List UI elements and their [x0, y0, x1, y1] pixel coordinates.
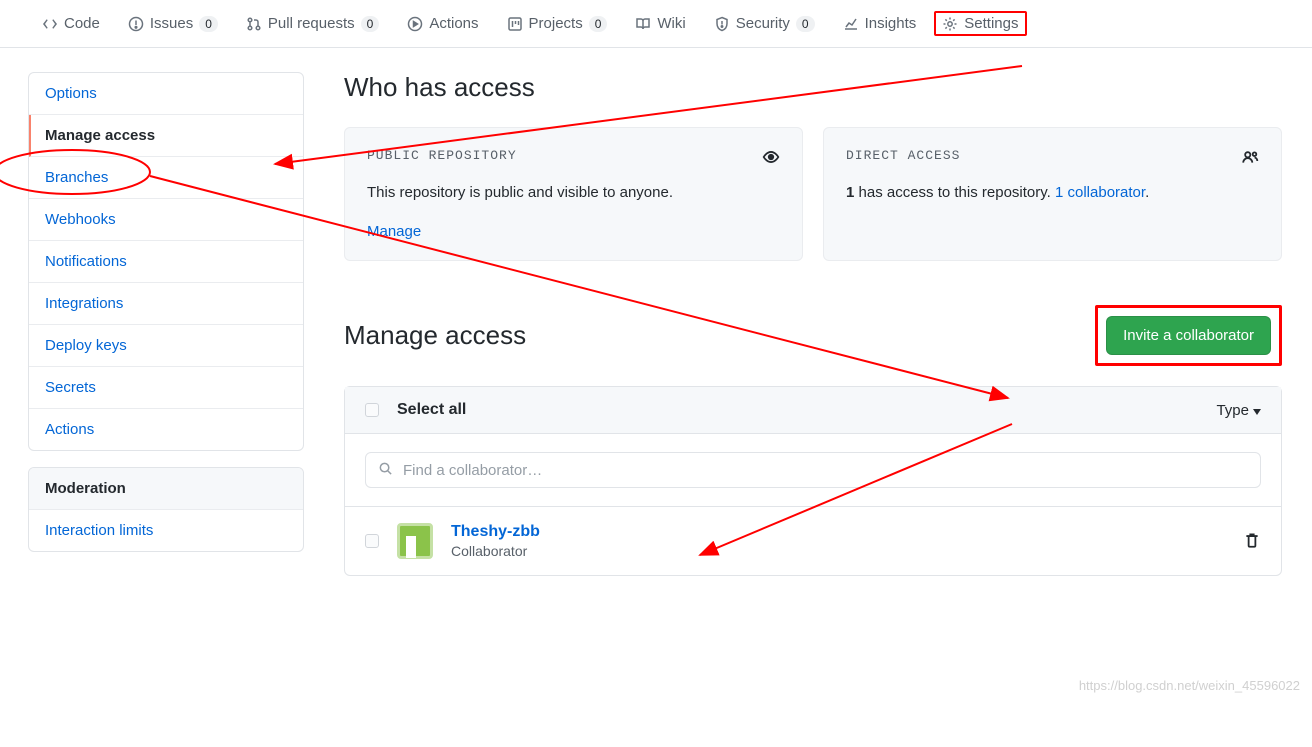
sidebar-item-integrations[interactable]: Integrations [29, 283, 303, 325]
collaborator-search-input[interactable] [403, 462, 1248, 479]
tab-projects-label: Projects [529, 15, 583, 32]
collaborator-name[interactable]: Theshy-zbb [451, 523, 540, 541]
sidebar-item-deploy-keys[interactable]: Deploy keys [29, 325, 303, 367]
caret-down-icon [1253, 402, 1261, 419]
search-row [345, 434, 1281, 507]
project-icon [507, 16, 523, 32]
tab-security-label: Security [736, 15, 790, 32]
watermark: https://blog.csdn.net/weixin_45596022 [1079, 678, 1300, 693]
sidebar-item-branches[interactable]: Branches [29, 157, 303, 199]
shield-icon [714, 16, 730, 32]
tab-wiki-label: Wiki [657, 15, 685, 32]
pulls-count: 0 [361, 16, 380, 32]
sidebar-group-moderation: Moderation Interaction limits [28, 467, 304, 552]
public-repo-card: PUBLIC REPOSITORY This repository is pub… [344, 127, 803, 261]
collaborator-row: Theshy-zbb Collaborator [345, 507, 1281, 575]
book-icon [635, 16, 651, 32]
collaborator-role: Collaborator [451, 543, 540, 559]
select-all-row: Select all Type [345, 387, 1281, 434]
repo-nav: Code Issues 0 Pull requests 0 Actions Pr… [0, 0, 1312, 48]
search-input-wrap[interactable] [365, 452, 1261, 488]
public-repo-text: This repository is public and visible to… [367, 181, 780, 205]
public-repo-manage-link[interactable]: Manage [367, 223, 780, 240]
tab-code-label: Code [64, 15, 100, 32]
direct-access-period: . [1145, 184, 1149, 201]
type-dropdown[interactable]: Type [1216, 402, 1261, 419]
projects-count: 0 [589, 16, 608, 32]
tab-issues[interactable]: Issues 0 [118, 7, 228, 40]
invite-collaborator-button[interactable]: Invite a collaborator [1106, 316, 1271, 355]
access-cards: PUBLIC REPOSITORY This repository is pub… [344, 127, 1282, 261]
people-icon [1241, 148, 1259, 169]
tab-wiki[interactable]: Wiki [625, 7, 695, 40]
sidebar-header-moderation: Moderation [29, 468, 303, 510]
tab-actions[interactable]: Actions [397, 7, 488, 40]
sidebar-group-main: Options Manage access Branches Webhooks … [28, 72, 304, 451]
sidebar-item-interaction-limits[interactable]: Interaction limits [29, 510, 303, 551]
direct-access-text: 1 has access to this repository. 1 colla… [846, 181, 1259, 205]
select-all-label: Select all [397, 401, 466, 419]
play-icon [407, 16, 423, 32]
tab-pulls[interactable]: Pull requests 0 [236, 7, 389, 40]
who-has-access-title: Who has access [344, 72, 1282, 103]
remove-collaborator-button[interactable] [1243, 531, 1261, 552]
manage-access-header: Manage access Invite a collaborator [344, 305, 1282, 366]
tab-pulls-label: Pull requests [268, 15, 355, 32]
security-count: 0 [796, 16, 815, 32]
manage-access-title: Manage access [344, 320, 526, 351]
tab-issues-label: Issues [150, 15, 193, 32]
main-layout: Options Manage access Branches Webhooks … [0, 48, 1312, 616]
tab-settings[interactable]: Settings [934, 11, 1026, 36]
collaborators-box: Select all Type [344, 386, 1282, 576]
select-all-checkbox[interactable] [365, 403, 379, 417]
tab-projects[interactable]: Projects 0 [497, 7, 618, 40]
direct-access-text1: has access to this repository. [854, 184, 1055, 201]
sidebar-item-webhooks[interactable]: Webhooks [29, 199, 303, 241]
sidebar-item-actions[interactable]: Actions [29, 409, 303, 450]
issues-count: 0 [199, 16, 218, 32]
content-area: Who has access PUBLIC REPOSITORY This re… [344, 72, 1282, 576]
collaborator-info: Theshy-zbb Collaborator [451, 523, 540, 559]
tab-insights[interactable]: Insights [833, 7, 927, 40]
tab-code[interactable]: Code [32, 7, 110, 40]
sidebar-item-options[interactable]: Options [29, 73, 303, 115]
tab-actions-label: Actions [429, 15, 478, 32]
sidebar-item-secrets[interactable]: Secrets [29, 367, 303, 409]
public-repo-label: PUBLIC REPOSITORY [367, 148, 517, 163]
pull-request-icon [246, 16, 262, 32]
collaborator-count-link[interactable]: 1 collaborator [1055, 184, 1145, 201]
direct-access-label: DIRECT ACCESS [846, 148, 960, 163]
sidebar-item-manage-access[interactable]: Manage access [29, 115, 303, 157]
avatar [397, 523, 433, 559]
sidebar-item-notifications[interactable]: Notifications [29, 241, 303, 283]
tab-insights-label: Insights [865, 15, 917, 32]
settings-sidebar: Options Manage access Branches Webhooks … [28, 72, 304, 576]
eye-icon [762, 148, 780, 169]
graph-icon [843, 16, 859, 32]
tab-settings-label: Settings [964, 15, 1018, 32]
issue-icon [128, 16, 144, 32]
direct-access-card: DIRECT ACCESS 1 has access to this repos… [823, 127, 1282, 261]
collaborator-checkbox[interactable] [365, 534, 379, 548]
type-dropdown-label: Type [1216, 402, 1249, 419]
tab-security[interactable]: Security 0 [704, 7, 825, 40]
gear-icon [942, 16, 958, 32]
search-icon [378, 461, 393, 479]
code-icon [42, 16, 58, 32]
invite-annotation-box: Invite a collaborator [1095, 305, 1282, 366]
